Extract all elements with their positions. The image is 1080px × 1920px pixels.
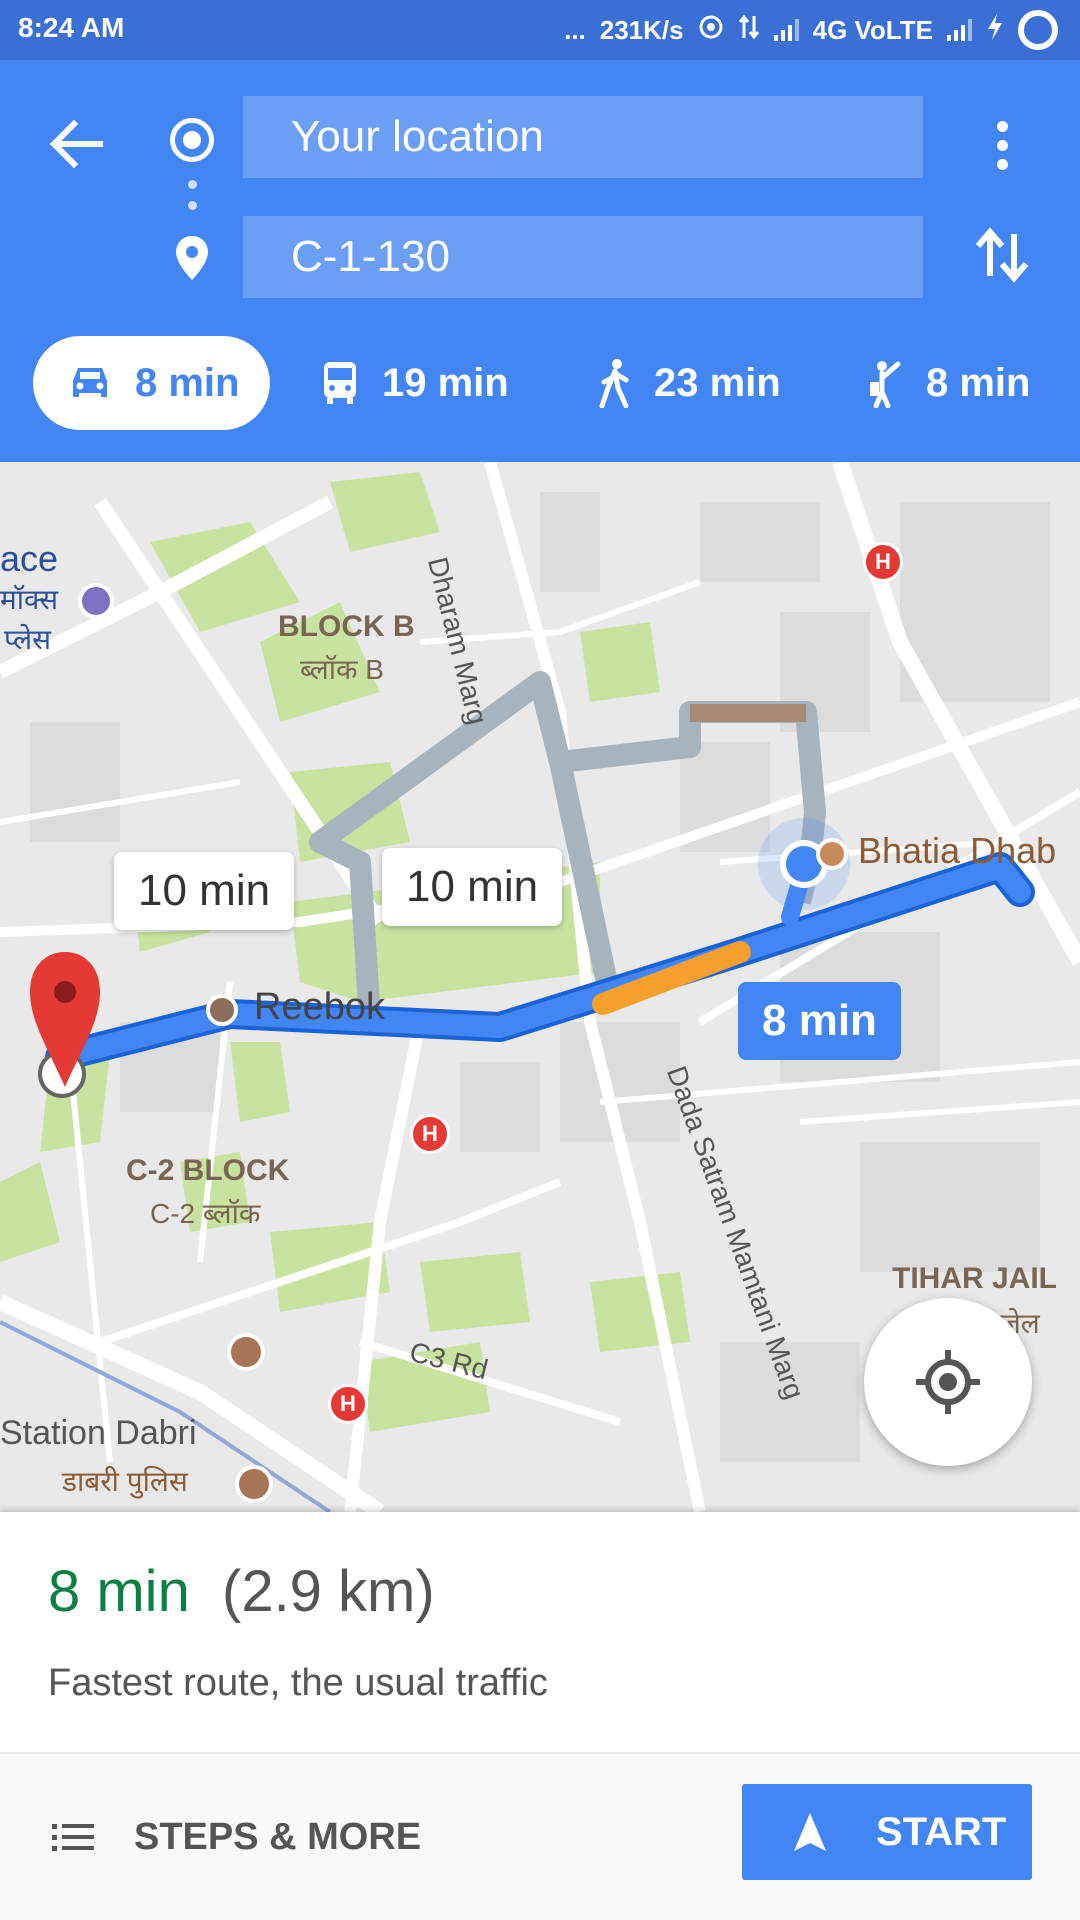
hospital-icon[interactable]: H [410, 1114, 450, 1154]
tab-walk[interactable]: 23 min [598, 336, 781, 430]
walk-icon [599, 359, 629, 408]
battery-ring-icon [1018, 10, 1058, 50]
status-network: 4G VoLTE [812, 14, 933, 45]
start-navigation-button[interactable]: START [742, 1784, 1032, 1880]
back-button[interactable] [40, 108, 112, 180]
route-time-bubble-main[interactable]: 8 min [738, 982, 901, 1060]
hospital-icon[interactable]: H [328, 1384, 368, 1424]
signal-icon-2 [947, 19, 972, 41]
map-label-c2-block-hi: C-2 ब्लॉक [150, 1198, 261, 1229]
swap-directions-icon[interactable] [970, 220, 1034, 290]
bus-icon [324, 362, 356, 404]
tab-transit[interactable]: 19 min [320, 336, 509, 430]
steps-more-label: STEPS & MORE [134, 1815, 422, 1858]
my-location-icon [916, 1350, 980, 1414]
map-label-block-b-hi: ब्लॉक B [300, 654, 384, 685]
bhatia-poi-dot [816, 838, 848, 870]
ride-hail-icon [870, 361, 901, 408]
status-indicators: ... 231K/s 4G VoLTE [564, 10, 1058, 50]
travel-mode-tabs: 8 min 19 min 23 min 8 min [0, 332, 1080, 432]
hotspot-icon [698, 14, 724, 47]
map-view[interactable]: ace मॉक्स प्लेस BLOCK B ब्लॉक B Dharam M… [0, 462, 1080, 1512]
origin-dot-icon [170, 118, 214, 162]
status-more-dots: ... [564, 14, 586, 45]
status-speed: 231K/s [599, 14, 684, 45]
tab-ride-label: 8 min [926, 360, 1031, 405]
map-label-station-hi: डाबरी पुलिस [62, 1466, 188, 1497]
route-distance: (2.9 km) [222, 1559, 435, 1624]
mall-poi-icon [78, 583, 114, 619]
signal-icon [773, 19, 799, 41]
charging-icon [986, 13, 1004, 48]
action-bar: STEPS & MORE START [0, 1754, 1080, 1920]
status-time: 8:24 AM [18, 12, 125, 43]
destination-input[interactable]: C-1-130 [243, 216, 923, 298]
navigation-arrow-icon [794, 1813, 826, 1851]
poi-bhatia[interactable]: Bhatia Dhab [858, 830, 1056, 872]
car-icon [73, 368, 107, 397]
tab-walk-label: 23 min [654, 360, 781, 405]
back-arrow-icon [49, 119, 103, 169]
my-location-button[interactable] [864, 1298, 1032, 1466]
route-time-bubble-alt2[interactable]: 10 min [382, 848, 563, 926]
map-label-station: Station Dabri [0, 1414, 197, 1452]
tab-ride[interactable]: 8 min [868, 336, 1030, 430]
start-label: START [876, 1809, 1007, 1854]
destination-pin-icon [172, 234, 212, 284]
camera-poi-icon [227, 1333, 265, 1371]
data-transfer-icon [738, 14, 760, 47]
hospital-icon[interactable]: H [863, 542, 903, 582]
directions-header: Your location C-1-130 8 min 19 min 23 mi… [0, 60, 1080, 462]
route-time-bubble-alt1[interactable]: 10 min [114, 852, 295, 930]
origin-input[interactable]: Your location [243, 96, 923, 178]
poi-reebok[interactable]: Reebok [254, 986, 385, 1029]
reebok-poi-dot [206, 994, 238, 1026]
tab-drive[interactable]: 8 min [33, 336, 270, 430]
route-summary-sheet: 8 min (2.9 km) Fastest route, the usual … [0, 1512, 1080, 1920]
map-label-ace: ace [0, 538, 59, 579]
tab-transit-label: 19 min [382, 360, 509, 405]
police-poi-icon [235, 1465, 273, 1503]
map-label-mall-hi: मॉक्स [0, 584, 59, 615]
tab-drive-label: 8 min [135, 360, 240, 405]
more-options-icon[interactable] [978, 110, 1026, 180]
route-eta: 8 min [48, 1559, 190, 1624]
status-bar: 8:24 AM ... 231K/s 4G VoLTE [0, 0, 1080, 60]
map-label-block-b: BLOCK B [278, 610, 415, 643]
route-description: Fastest route, the usual traffic [48, 1662, 548, 1704]
map-label-c2-block: C-2 BLOCK [126, 1154, 290, 1187]
map-label-place-hi: प्लेस [4, 624, 52, 655]
map-label-tihar: TIHAR JAIL [892, 1262, 1057, 1295]
list-icon [52, 1824, 94, 1851]
steps-more-button[interactable]: STEPS & MORE [52, 1796, 421, 1878]
